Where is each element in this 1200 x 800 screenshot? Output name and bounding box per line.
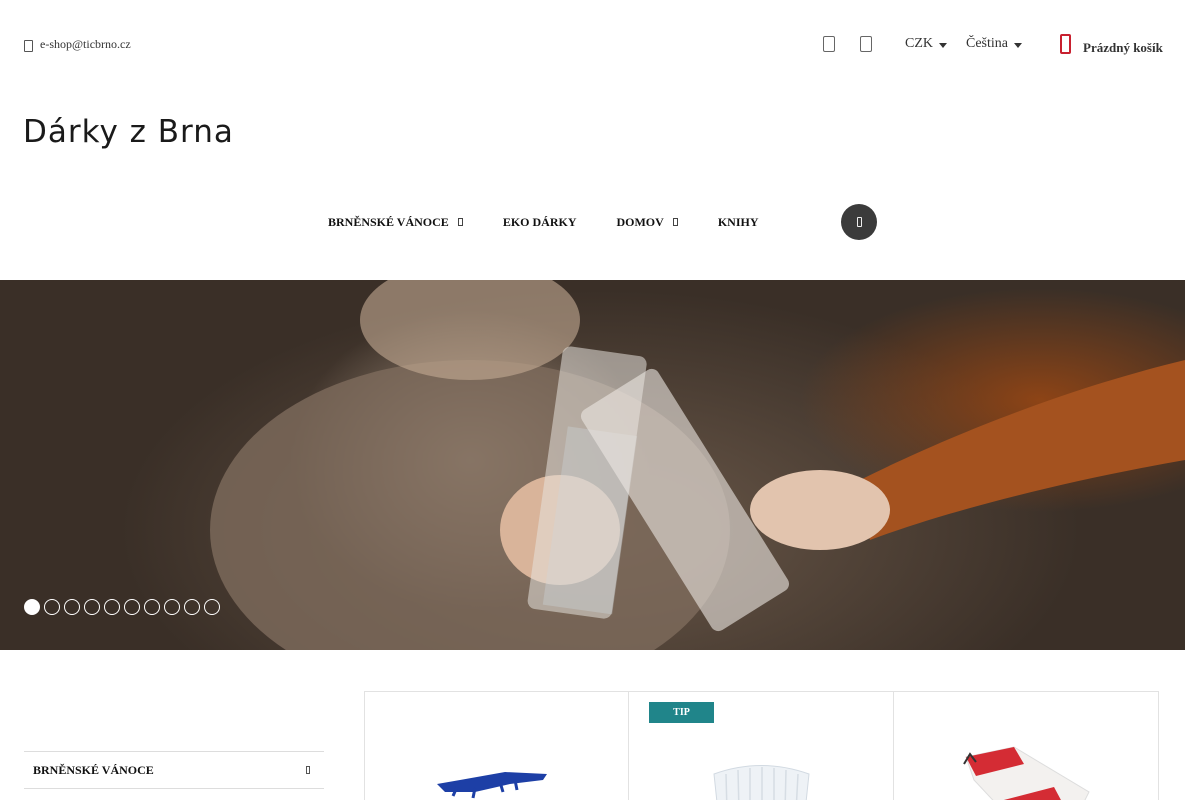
search-icon <box>856 217 862 227</box>
nav-item-label: KNIHY <box>717 214 759 229</box>
slider-dot[interactable] <box>124 599 140 615</box>
slider-dot[interactable] <box>104 599 120 615</box>
top-bar: e-shop@ticbrno.cz CZK Čeština Prázdný ko… <box>0 0 1200 90</box>
language-value: Čeština <box>966 36 1008 51</box>
nav-item-label: DOMOV <box>616 214 664 229</box>
hero-image <box>210 280 1185 650</box>
slider-dot[interactable] <box>84 599 100 615</box>
sidebar-item-label: BRNĚNSKÉ VÁNOCE <box>33 762 154 777</box>
language-select[interactable]: Čeština <box>966 36 1022 52</box>
slider-dot[interactable] <box>184 599 200 615</box>
cart-icon <box>1058 32 1071 54</box>
product-image <box>713 765 810 800</box>
slider-dots <box>24 599 220 615</box>
hero-slider[interactable] <box>0 280 1185 650</box>
slider-dot[interactable] <box>44 599 60 615</box>
nav-item-domov[interactable]: DOMOV <box>616 214 678 230</box>
login-icon[interactable] <box>860 36 872 52</box>
phone-icon <box>22 38 33 52</box>
contact-email-text[interactable]: e-shop@ticbrno.cz <box>40 37 131 52</box>
cart-button[interactable]: Prázdný košík <box>1058 30 1163 56</box>
slider-dot[interactable] <box>204 599 220 615</box>
slider-dot[interactable] <box>164 599 180 615</box>
currency-select[interactable]: CZK <box>905 36 947 52</box>
slider-dot[interactable] <box>24 599 40 615</box>
product-card[interactable] <box>364 691 629 800</box>
cart-label: Prázdný košík <box>1083 40 1163 55</box>
category-sidebar: BRNĚNSKÉ VÁNOCE <box>24 751 324 789</box>
nav-item-label: BRNĚNSKÉ VÁNOCE <box>328 214 449 229</box>
site-logo[interactable]: Dárky z Brna <box>23 114 234 150</box>
nav-item-eko-darky[interactable]: EKO DÁRKY <box>503 215 577 230</box>
nav-item-label: EKO DÁRKY <box>502 214 577 229</box>
main-nav: BRNĚNSKÉ VÁNOCE EKO DÁRKY DOMOV KNIHY <box>328 205 798 239</box>
sidebar-item-brnenske-vanoce[interactable]: BRNĚNSKÉ VÁNOCE <box>24 751 324 789</box>
search-button[interactable] <box>841 204 877 240</box>
account-icon[interactable] <box>823 36 835 52</box>
slider-dot[interactable] <box>64 599 80 615</box>
product-card[interactable] <box>894 691 1159 800</box>
nav-item-brnenske-vanoce[interactable]: BRNĚNSKÉ VÁNOCE <box>328 215 463 230</box>
product-image <box>437 772 547 799</box>
chevron-down-icon <box>672 218 678 226</box>
contact-email[interactable]: e-shop@ticbrno.cz <box>22 37 131 52</box>
nav-item-knihy[interactable]: KNIHY <box>718 215 759 230</box>
chevron-down-icon <box>939 43 947 48</box>
product-image <box>963 746 1090 800</box>
chevron-down-icon <box>457 218 463 226</box>
currency-value: CZK <box>905 36 933 51</box>
chevron-right-icon <box>306 766 310 774</box>
product-grid: TIP <box>364 691 1159 800</box>
product-card[interactable]: TIP <box>629 691 894 800</box>
chevron-down-icon <box>1014 43 1022 48</box>
slider-dot[interactable] <box>144 599 160 615</box>
